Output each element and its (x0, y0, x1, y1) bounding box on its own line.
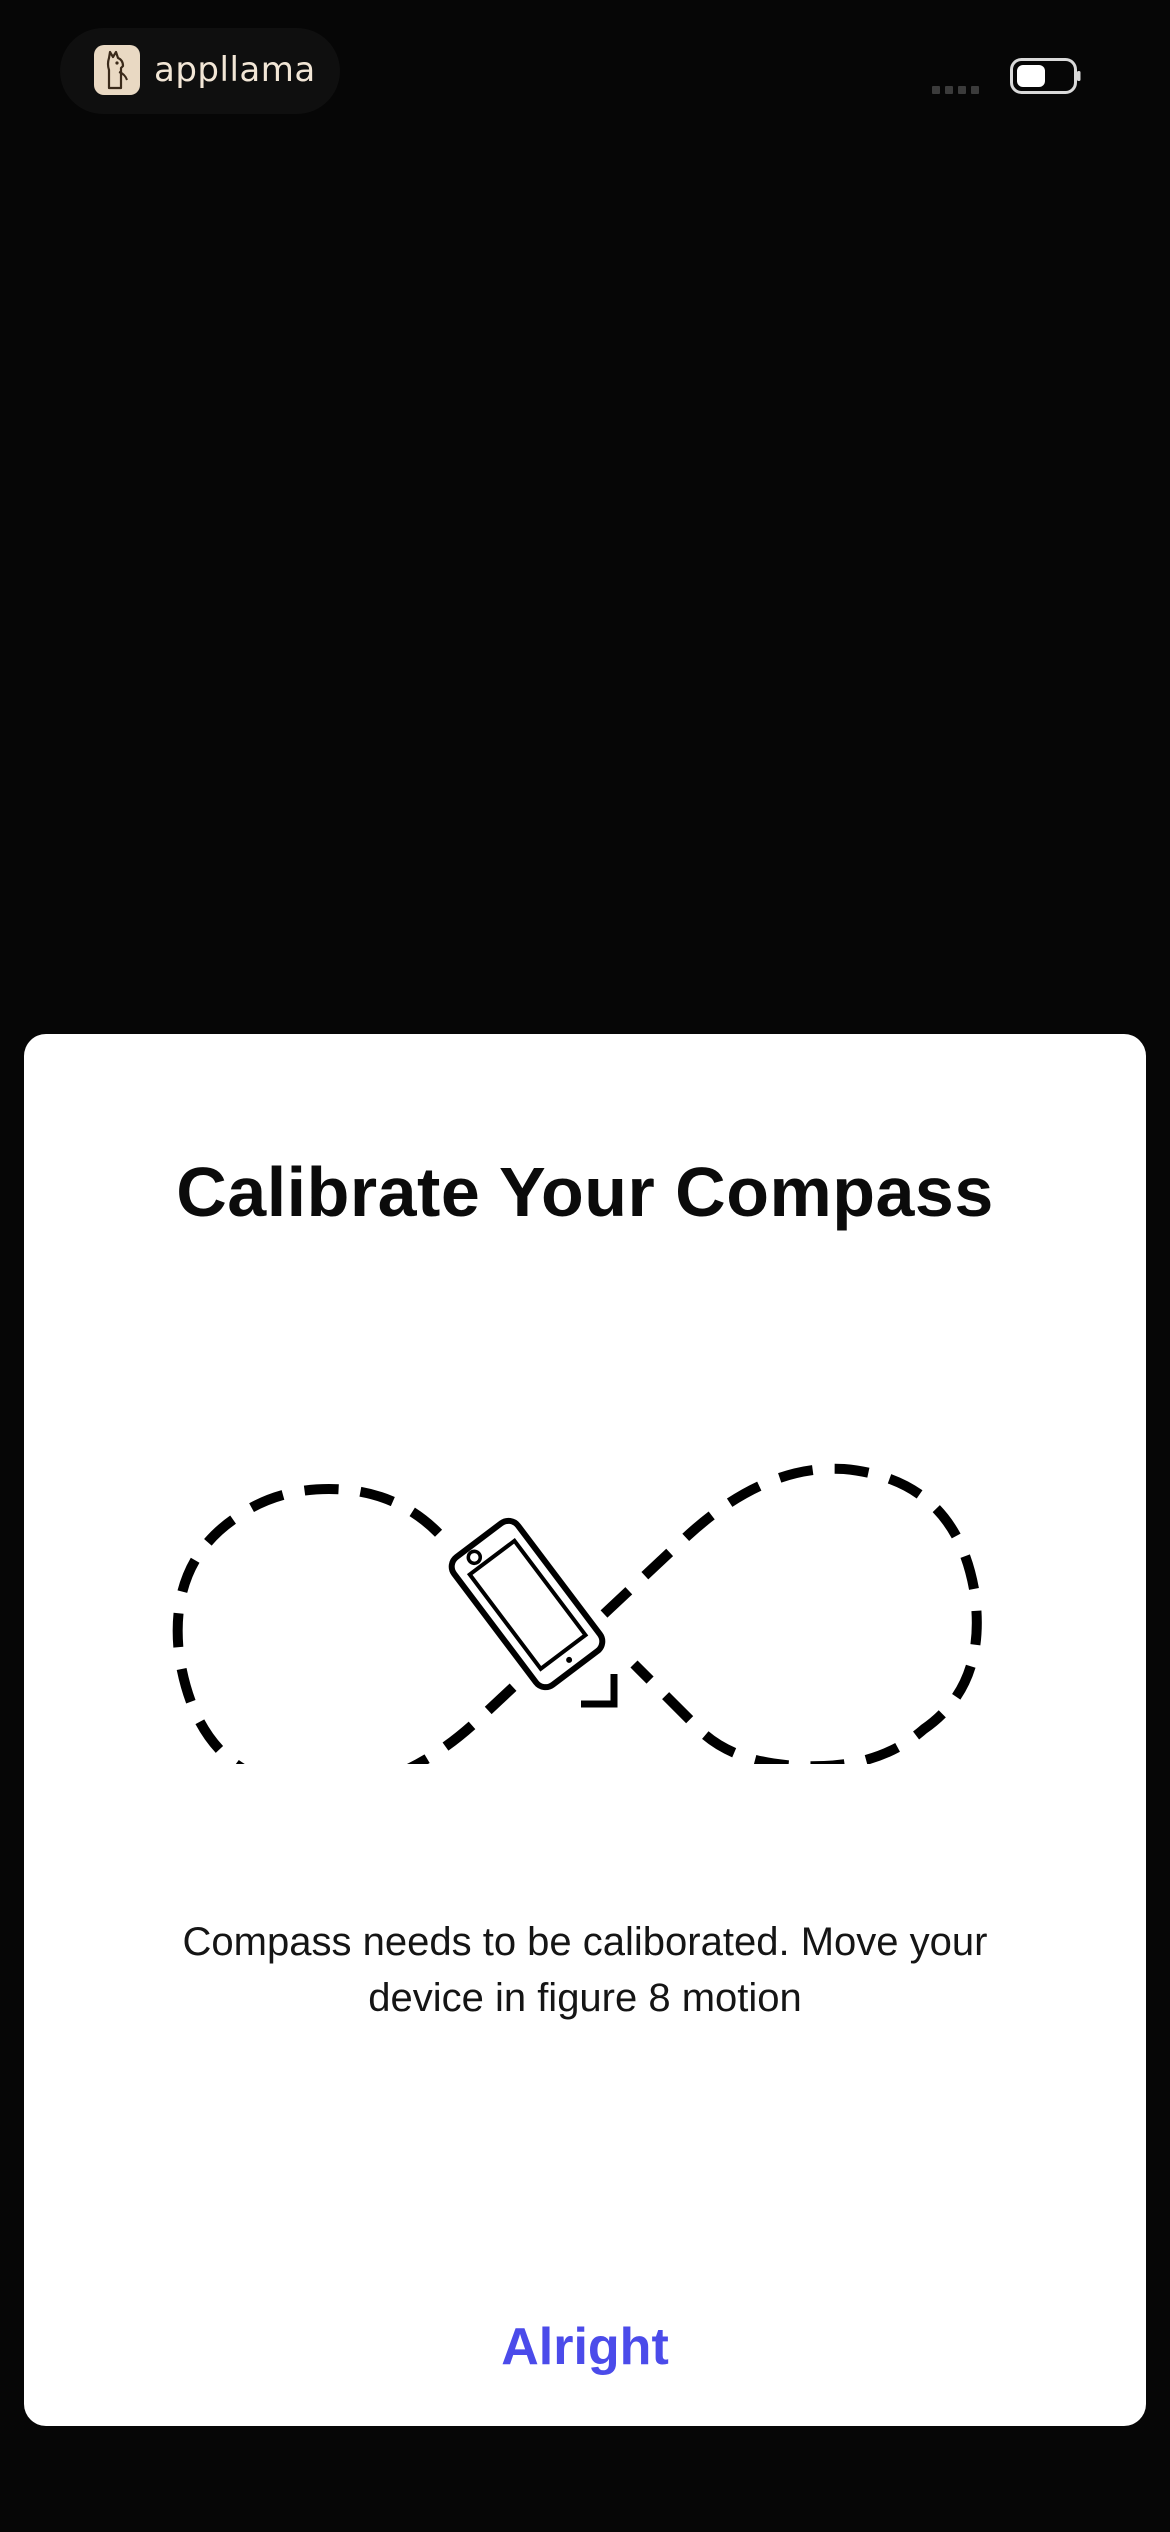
calibration-dialog: Calibrate Your Compass Compass needs to … (24, 1034, 1146, 2426)
battery-icon (1010, 58, 1081, 94)
alright-button[interactable]: Alright (435, 2312, 735, 2382)
brand-name: appllama (154, 50, 316, 90)
signal-dots-icon (932, 86, 979, 94)
figure-eight-phone-icon (172, 1463, 982, 1764)
llama-icon (94, 45, 140, 95)
dialog-message: Compass needs to be caliborated. Move yo… (182, 1920, 988, 2020)
brand-badge: appllama (60, 28, 340, 114)
dialog-title: Calibrate Your Compass (176, 1153, 994, 1231)
screen: appllama Calibrate Your Compass Compass … (0, 0, 1170, 2532)
